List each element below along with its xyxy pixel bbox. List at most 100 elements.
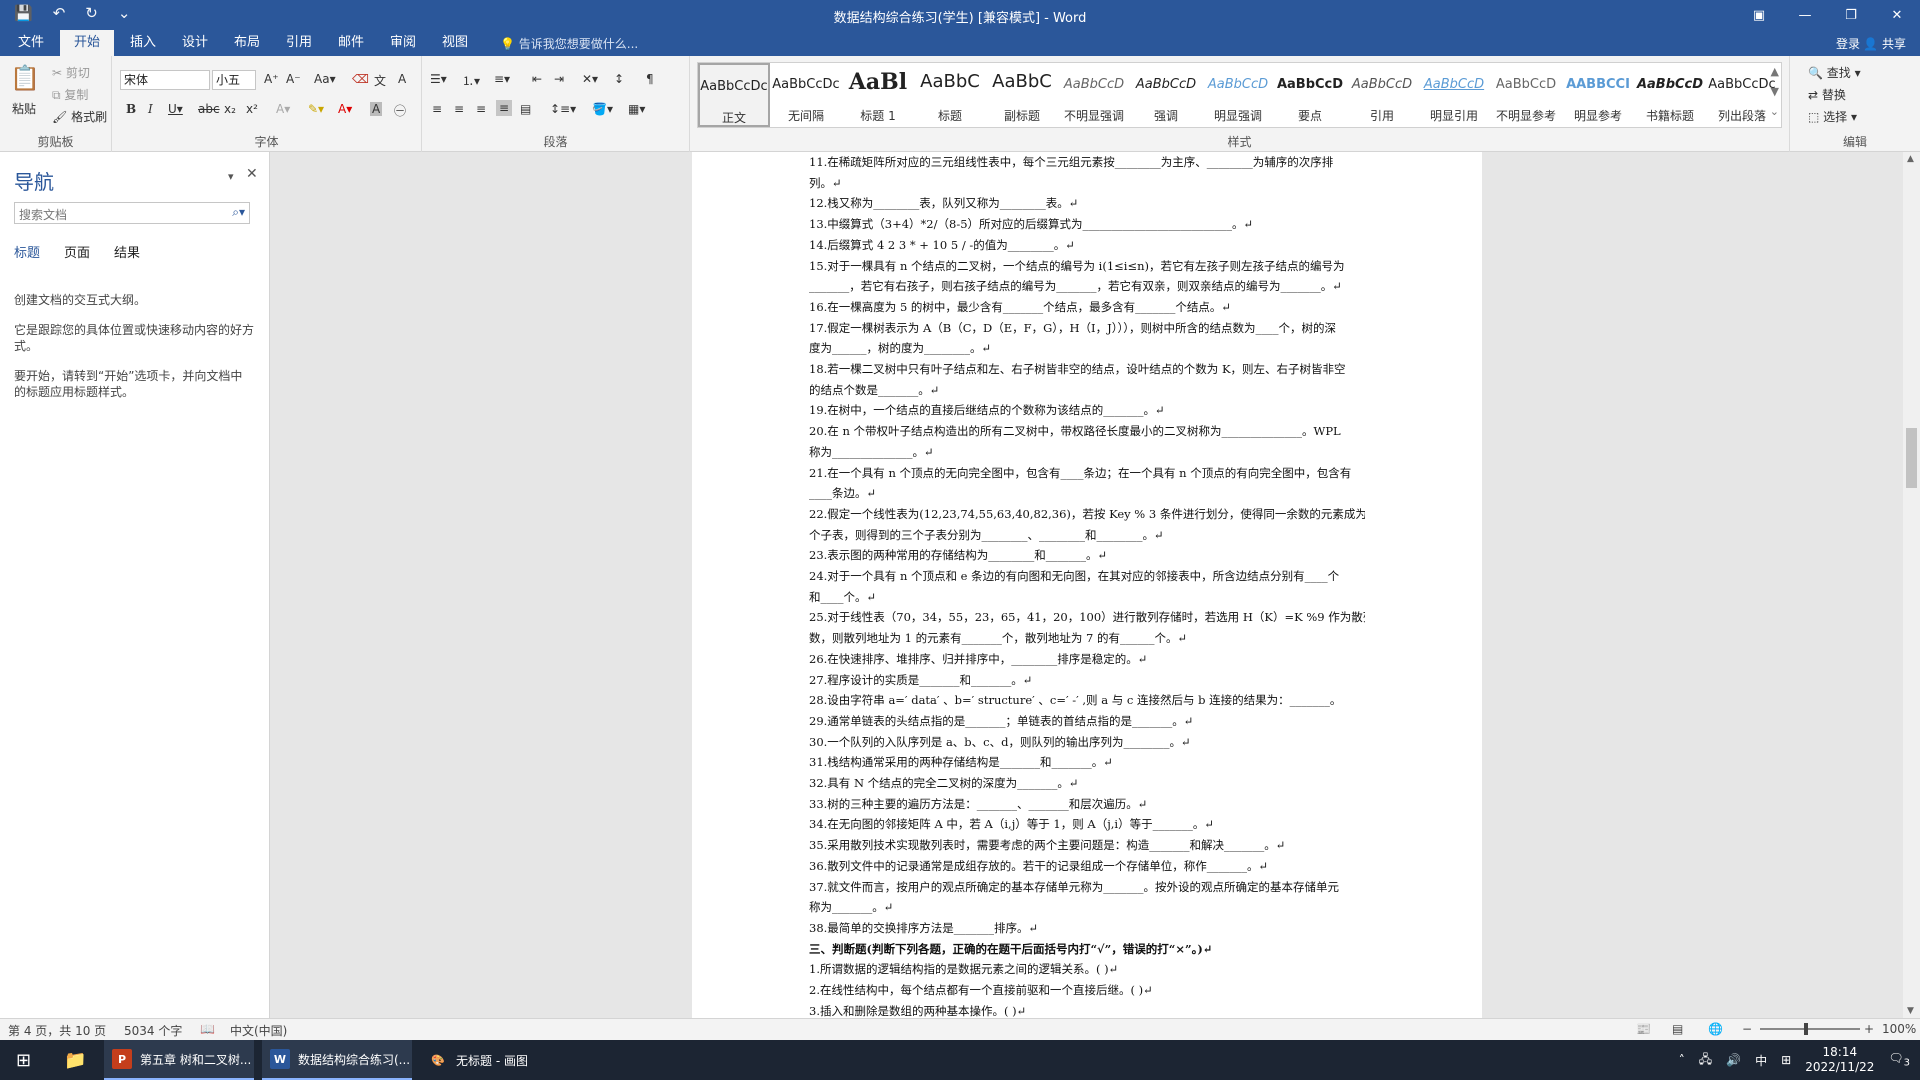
document-line[interactable]: 23.表示图的两种常用的存储结构为________和_______。↵ — [809, 547, 1365, 563]
tab-review[interactable]: 审阅 — [376, 30, 430, 56]
document-line[interactable]: 20.在 n 个带权叶子结点构造出的所有二叉树中，带权路径长度最小的二叉树称为_… — [809, 423, 1365, 439]
document-line[interactable]: 28.设由字符串 a=′ data′ 、b=′ structure′ 、c=′ … — [809, 692, 1365, 708]
document-line[interactable]: ____条边。↵ — [809, 485, 1365, 501]
tray-expand-icon[interactable]: ˄ — [1679, 1053, 1685, 1067]
document-line[interactable]: 25.对于线性表（70，34，55，23，65，41，20，100）进行散列存储… — [809, 609, 1365, 625]
tab-layout[interactable]: 布局 — [220, 30, 274, 56]
paste-icon[interactable]: 📋 — [10, 64, 40, 92]
document-line[interactable]: 26.在快速排序、堆排序、归并排序中，________排序是稳定的。↵ — [809, 651, 1365, 667]
minimize-button[interactable]: — — [1782, 0, 1828, 30]
style-no-spacing[interactable]: AaBbCcDc 无间隔 — [770, 63, 842, 127]
align-right-icon[interactable]: ≡ — [476, 102, 486, 116]
scroll-down-icon[interactable]: ▼ — [1907, 1006, 1914, 1016]
styles-more-icon[interactable]: ⌄ — [1770, 105, 1779, 118]
scrollbar-thumb[interactable] — [1906, 428, 1917, 488]
document-line[interactable]: 37.就文件而言，按用户的观点所确定的基本存储单元称为_______。按外设的观… — [809, 879, 1365, 895]
document-line[interactable]: 称为______________。↵ — [809, 444, 1365, 460]
document-line[interactable]: 1.所谓数据的逻辑结构指的是数据元素之间的逻辑关系。( )↵ — [809, 961, 1365, 977]
document-line[interactable]: 24.对于一个具有 n 个顶点和 e 条边的有向图和无向图，在其对应的邻接表中，… — [809, 568, 1365, 584]
document-page[interactable]: 11.在稀疏矩阵所对应的三元组线性表中，每个三元组元素按________为主序、… — [692, 152, 1482, 1018]
tab-insert[interactable]: 插入 — [116, 30, 170, 56]
document-line[interactable]: 的结点个数是_______。↵ — [809, 382, 1365, 398]
bold-icon[interactable]: B — [126, 102, 136, 116]
document-line[interactable]: 13.中缀算式（3+4）*2/（8-5）所对应的后缀算式为___________… — [809, 216, 1365, 232]
nav-tab-pages[interactable]: 页面 — [64, 242, 90, 261]
sort-icon[interactable]: ↕ — [614, 72, 624, 86]
keyboard-icon[interactable]: ⊞ — [1781, 1053, 1791, 1067]
document-line[interactable]: 19.在树中，一个结点的直接后继结点的个数称为该结点的_______。↵ — [809, 402, 1365, 418]
nav-close-icon[interactable]: ✕ — [246, 166, 258, 182]
volume-icon[interactable]: 🔊 — [1726, 1053, 1741, 1067]
style-list-paragraph[interactable]: AaBbCcDc 列出段落 — [1706, 63, 1778, 127]
replace-button[interactable]: ⇄ 替换 — [1808, 86, 1846, 103]
style-heading-1[interactable]: AaBl 标题 1 — [842, 63, 914, 127]
phonetic-guide-icon[interactable]: 文 — [374, 72, 386, 89]
document-line[interactable]: 35.采用散列技术实现散列表时，需要考虑的两个主要问题是：构造_______和解… — [809, 837, 1365, 853]
cut-button[interactable]: ✂ 剪切 — [52, 64, 90, 81]
style-normal[interactable]: AaBbCcDc 正文 — [698, 63, 770, 127]
document-line[interactable]: 36.散列文件中的记录通常是成组存放的。若干的记录组成一个存储单位，称作____… — [809, 858, 1365, 874]
document-line[interactable]: 11.在稀疏矩阵所对应的三元组线性表中，每个三元组元素按________为主序、… — [809, 154, 1365, 170]
tell-me-box[interactable]: 💡 告诉我您想要做什么... — [500, 35, 638, 52]
document-line[interactable]: 38.最简单的交换排序方法是_______排序。↵ — [809, 920, 1365, 936]
taskbar-item-word[interactable]: W 数据结构综合练习(... — [262, 1040, 412, 1080]
distributed-icon[interactable]: ▤ — [520, 102, 531, 116]
network-icon[interactable]: 🖧 — [1699, 1050, 1712, 1071]
tab-file[interactable]: 文件 — [4, 30, 58, 56]
search-icon[interactable]: ⌕▾ — [232, 205, 245, 220]
highlight-icon[interactable]: ✎▾ — [308, 102, 324, 116]
notifications-icon[interactable]: 🗨3 — [1888, 1051, 1910, 1068]
increase-indent-icon[interactable]: ⇥ — [554, 72, 564, 86]
scroll-up-icon[interactable]: ▲ — [1907, 154, 1914, 164]
clock[interactable]: 18:14 2022/11/22 — [1805, 1045, 1874, 1075]
decrease-indent-icon[interactable]: ⇤ — [532, 72, 542, 86]
sign-in-link[interactable]: 登录 — [1836, 35, 1860, 52]
read-mode-icon[interactable]: 📰 — [1636, 1022, 1651, 1036]
styles-scroll-up-icon[interactable]: ▲ — [1771, 65, 1779, 78]
font-color-icon[interactable]: A▾ — [338, 102, 352, 116]
document-line[interactable]: 30.一个队列的入队序列是 a、b、c、d，则队列的输出序列为________。… — [809, 734, 1365, 750]
numbering-icon[interactable]: ⒈▾ — [462, 72, 480, 89]
document-line[interactable]: 33.树的三种主要的遍历方法是：_______、_______和层次遍历。↵ — [809, 796, 1365, 812]
strikethrough-icon[interactable]: abc — [198, 102, 220, 116]
document-line[interactable]: 21.在一个具有 n 个顶点的无向完全图中，包含有____条边；在一个具有 n … — [809, 465, 1365, 481]
tab-view[interactable]: 视图 — [428, 30, 482, 56]
font-size-select[interactable]: 小五 — [212, 70, 256, 90]
print-layout-icon[interactable]: ▤ — [1672, 1022, 1683, 1036]
start-button[interactable]: ⊞ — [8, 1040, 44, 1080]
word-count[interactable]: 5034 个字 — [124, 1022, 182, 1039]
style-strong[interactable]: AaBbCcD 要点 — [1274, 63, 1346, 127]
tab-mailings[interactable]: 邮件 — [324, 30, 378, 56]
character-border-icon[interactable]: A — [398, 72, 406, 86]
zoom-slider[interactable] — [1760, 1028, 1860, 1030]
style-subtle-emphasis[interactable]: AaBbCcD 不明显强调 — [1058, 63, 1130, 127]
bullets-icon[interactable]: ☰▾ — [430, 72, 447, 86]
document-line[interactable]: 31.栈结构通常采用的两种存储结构是_______和_______。↵ — [809, 754, 1365, 770]
zoom-level[interactable]: 100% — [1882, 1022, 1916, 1036]
zoom-out-icon[interactable]: − — [1742, 1022, 1752, 1036]
document-line[interactable]: 个子表，则得到的三个子表分别为________、________和_______… — [809, 527, 1365, 543]
document-line[interactable]: 3.插入和删除是数组的两种基本操作。( )↵ — [809, 1003, 1365, 1018]
enclose-characters-icon[interactable]: ㊀ — [394, 102, 406, 119]
tab-home[interactable]: 开始 — [60, 30, 115, 56]
language-indicator[interactable]: 中文(中国) — [230, 1022, 287, 1039]
proofing-icon[interactable]: 📖 — [200, 1022, 215, 1036]
tab-design[interactable]: 设计 — [168, 30, 222, 56]
document-line[interactable]: 15.对于一棵具有 n 个结点的二叉树，一个结点的编号为 i(1≤i≤n)，若它… — [809, 258, 1365, 274]
document-line[interactable]: 三、判断题(判断下列各题，正确的在题干后面括号内打“√”，错误的打“×”。)↵ — [809, 941, 1365, 957]
style-emphasis[interactable]: AaBbCcD 强调 — [1130, 63, 1202, 127]
subscript-icon[interactable]: x₂ — [224, 102, 236, 116]
nav-tab-headings[interactable]: 标题 — [14, 242, 40, 261]
document-line[interactable]: 12.栈又称为________表，队列又称为________表。↵ — [809, 195, 1365, 211]
file-explorer-icon[interactable]: 📁 — [56, 1040, 96, 1080]
justify-icon[interactable]: ≡ — [496, 100, 513, 116]
paste-button[interactable]: 粘贴 — [12, 100, 36, 117]
zoom-slider-thumb[interactable] — [1804, 1023, 1808, 1035]
document-line[interactable]: 度为______，树的度为________。↵ — [809, 340, 1365, 356]
shading-icon[interactable]: 🪣▾ — [592, 102, 613, 116]
document-line[interactable]: 14.后缀算式 4 2 3 * + 10 5 / -的值为________。↵ — [809, 237, 1365, 253]
document-area[interactable]: 11.在稀疏矩阵所对应的三元组线性表中，每个三元组元素按________为主序、… — [271, 152, 1903, 1018]
find-button[interactable]: 🔍 查找 ▾ — [1808, 64, 1861, 81]
align-left-icon[interactable]: ≡ — [432, 102, 442, 116]
style-title[interactable]: AaBbC 标题 — [914, 63, 986, 127]
